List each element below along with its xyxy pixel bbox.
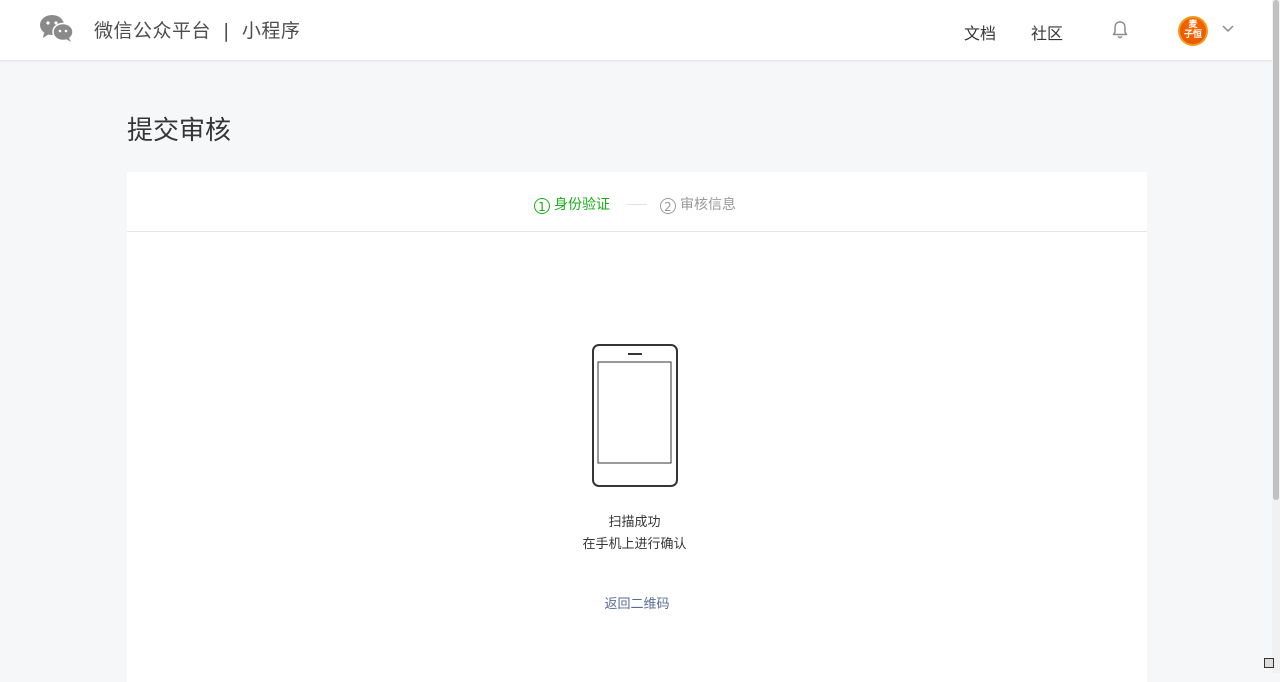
step-label-2: 审核信息 (680, 197, 736, 213)
phone-icon (592, 344, 678, 487)
step-number-1: 1 (534, 198, 550, 214)
nav-community-link[interactable]: 社区 (1031, 20, 1063, 44)
avatar-text: 麦 子恒 (1178, 20, 1208, 40)
step-identity-verification: 1 身份验证 (534, 194, 610, 214)
brand-separator: | (223, 20, 230, 42)
chevron-down-icon[interactable] (1221, 24, 1235, 34)
step-review-info: 2 审核信息 (660, 194, 736, 214)
page-title: 提交审核 (127, 116, 232, 146)
top-navigation-bar: 微信公众平台 | 小程序 文档 社区 麦 子恒 (0, 0, 1272, 61)
step-indicator: 1 身份验证 2 审核信息 (127, 172, 1147, 232)
brand-title[interactable]: 微信公众平台 | 小程序 (94, 16, 300, 43)
submit-review-card: 1 身份验证 2 审核信息 扫描成功 在手机上进行确认 返回二维码 (127, 172, 1147, 682)
resize-handle-icon[interactable] (1264, 658, 1274, 668)
avatar-text-line1: 麦 (1188, 20, 1198, 30)
brand-name: 微信公众平台 (94, 20, 212, 42)
scrollbar-thumb[interactable] (1273, 0, 1279, 500)
back-to-qrcode-link[interactable]: 返回二维码 (127, 593, 1147, 612)
step-number-2: 2 (660, 198, 676, 214)
scan-status-hint: 在手机上进行确认 (582, 537, 687, 552)
wechat-logo-icon[interactable] (39, 13, 75, 43)
page-scrollbar[interactable] (1272, 0, 1280, 673)
product-name: 小程序 (241, 20, 301, 42)
avatar-text-line2: 子恒 (1183, 30, 1202, 40)
step-label-1: 身份验证 (554, 197, 610, 213)
nav-docs-link[interactable]: 文档 (964, 20, 996, 44)
avatar[interactable]: 麦 子恒 (1178, 16, 1208, 46)
step-connector-line (627, 204, 647, 205)
bell-icon[interactable] (1110, 20, 1130, 40)
scan-status-title: 扫描成功 (608, 515, 661, 530)
